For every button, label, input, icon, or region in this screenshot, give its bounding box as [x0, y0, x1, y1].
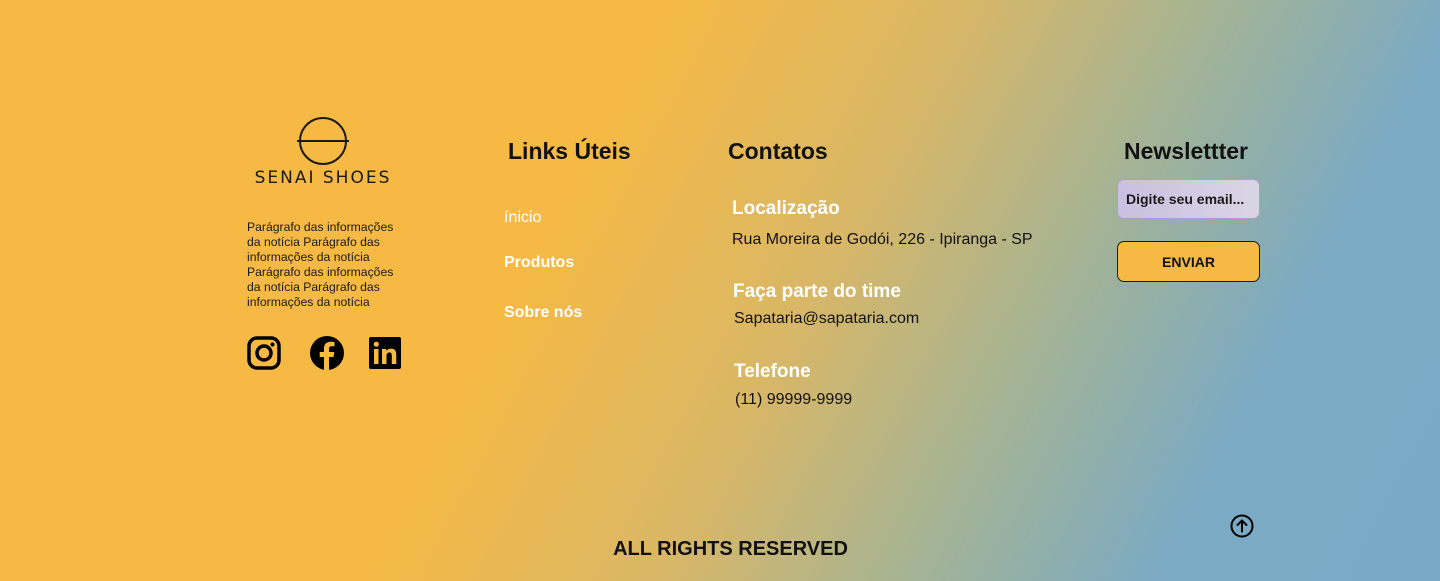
links-title: Links Úteis	[508, 138, 631, 164]
about-paragraph: Parágrafo das informações da notícia Par…	[247, 220, 394, 309]
logo-text: SENAI SHOES	[254, 168, 392, 188]
instagram-icon[interactable]	[246, 335, 282, 371]
newsletter-title: Newslettter	[1124, 138, 1248, 164]
link-sobre-nos[interactable]: Sobre nós	[504, 304, 582, 322]
location-value: Rua Moreira de Godói, 226 - Ipiranga - S…	[732, 231, 1033, 248]
join-team-label: Faça parte do time	[733, 281, 901, 302]
newsletter-email-input[interactable]	[1117, 179, 1260, 219]
location-label: Localização	[732, 198, 840, 219]
join-team-email: Sapataria@sapataria.com	[734, 310, 920, 327]
arrow-up-circle-icon[interactable]	[1230, 514, 1254, 538]
phone-label: Telefone	[734, 361, 811, 382]
rights-reserved-text: ALL RIGHTS RESERVED	[613, 538, 848, 560]
linkedin-icon[interactable]	[367, 335, 403, 371]
logo-icon	[297, 117, 349, 165]
phone-value: (11) 99999-9999	[735, 391, 853, 408]
facebook-icon[interactable]	[309, 335, 345, 371]
newsletter-send-button[interactable]: ENVIAR	[1117, 241, 1260, 282]
link-inicio[interactable]: ínicio	[504, 209, 541, 227]
link-produtos[interactable]: Produtos	[504, 254, 574, 272]
contacts-title: Contatos	[728, 138, 828, 164]
